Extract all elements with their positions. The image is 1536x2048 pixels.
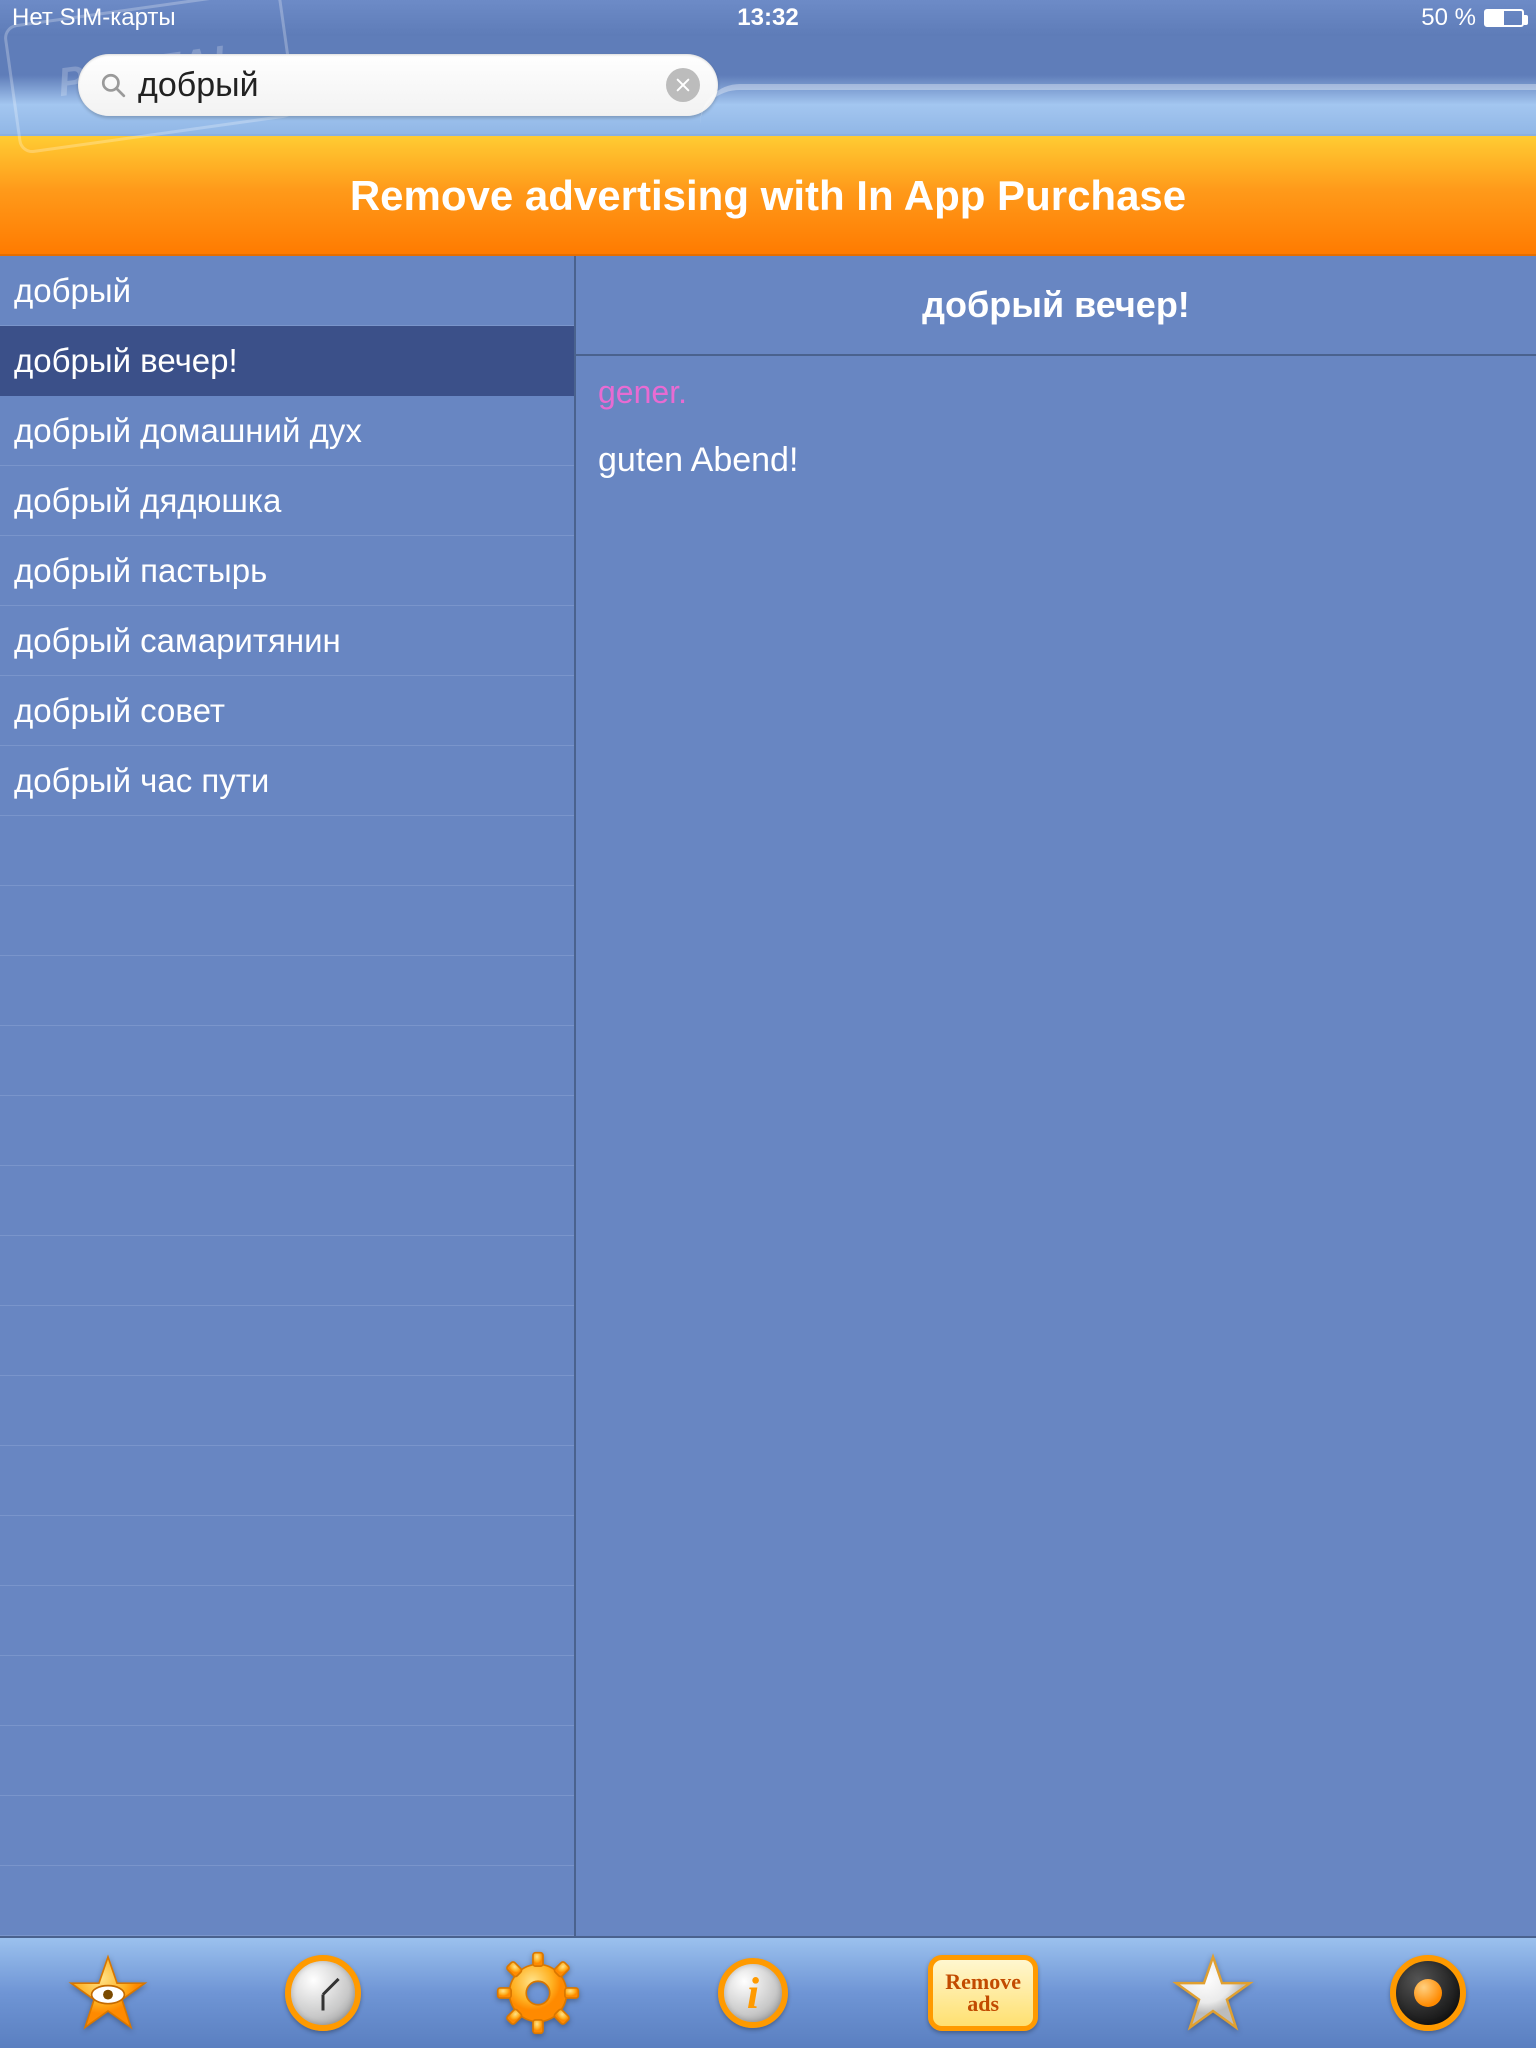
list-item[interactable]: добрый пастырь	[0, 536, 574, 606]
tab-settings[interactable]	[493, 1948, 583, 2038]
clock-icon	[285, 1955, 361, 2031]
list-empty-row	[0, 1516, 574, 1586]
list-empty-row	[0, 1586, 574, 1656]
tab-favorites-eye[interactable]	[63, 1948, 153, 2038]
list-item[interactable]: добрый дядюшка	[0, 466, 574, 536]
list-empty-row	[0, 1236, 574, 1306]
list-item[interactable]: добрый самаритянин	[0, 606, 574, 676]
detail-category: gener.	[598, 374, 1514, 411]
tab-info[interactable]: i	[708, 1948, 798, 2038]
list-item[interactable]: добрый совет	[0, 676, 574, 746]
star-icon	[1172, 1952, 1254, 2034]
list-empty-row	[0, 1446, 574, 1516]
list-item[interactable]: добрый домашний дух	[0, 396, 574, 466]
info-icon: i	[718, 1958, 788, 2028]
gear-icon	[496, 1951, 580, 2035]
detail-body: gener. guten Abend!	[576, 356, 1536, 498]
detail-panel: добрый вечер! gener. guten Abend!	[576, 256, 1536, 1936]
detail-title: добрый вечер!	[576, 256, 1536, 356]
results-list[interactable]: добрыйдобрый вечер!добрый домашний духдо…	[0, 256, 576, 1936]
battery-icon	[1484, 9, 1524, 27]
list-empty-row	[0, 1096, 574, 1166]
list-item[interactable]: добрый час пути	[0, 746, 574, 816]
clear-search-button[interactable]	[666, 68, 700, 102]
search-bar-area	[0, 36, 1536, 136]
tab-audio[interactable]	[1383, 1948, 1473, 2038]
list-empty-row	[0, 956, 574, 1026]
search-icon	[100, 72, 126, 98]
detail-translation: guten Abend!	[598, 441, 1514, 480]
search-pill[interactable]	[78, 54, 718, 116]
list-empty-row	[0, 1866, 574, 1936]
remove-ads-icon: Remove ads	[928, 1955, 1038, 2031]
star-eye-icon	[67, 1952, 149, 2034]
close-icon	[675, 77, 691, 93]
list-empty-row	[0, 1306, 574, 1376]
status-time: 13:32	[737, 4, 798, 32]
ad-banner-text: Remove advertising with In App Purchase	[350, 172, 1186, 220]
status-battery-percent: 50 %	[1421, 4, 1476, 32]
remove-ads-line2: ads	[967, 1993, 999, 2015]
remove-ads-line1: Remove	[945, 1971, 1021, 1993]
status-carrier: Нет SIM-карты	[12, 4, 176, 32]
list-item[interactable]: добрый	[0, 256, 574, 326]
list-empty-row	[0, 1026, 574, 1096]
list-empty-row	[0, 816, 574, 886]
speaker-icon	[1390, 1955, 1466, 2031]
tab-remove-ads[interactable]: Remove ads	[923, 1948, 1043, 2038]
tab-history[interactable]	[278, 1948, 368, 2038]
list-item[interactable]: добрый вечер!	[0, 326, 574, 396]
tab-bar: i Remove ads	[0, 1936, 1536, 2048]
status-bar: Нет SIM-карты 13:32 50 %	[0, 0, 1536, 36]
ad-banner[interactable]: Remove advertising with In App Purchase	[0, 136, 1536, 256]
list-empty-row	[0, 1656, 574, 1726]
list-empty-row	[0, 886, 574, 956]
list-empty-row	[0, 1376, 574, 1446]
list-empty-row	[0, 1166, 574, 1236]
decorative-swoosh	[700, 84, 1536, 124]
list-empty-row	[0, 1726, 574, 1796]
tab-star[interactable]	[1168, 1948, 1258, 2038]
main-content: добрыйдобрый вечер!добрый домашний духдо…	[0, 256, 1536, 1936]
status-right: 50 %	[1421, 4, 1524, 32]
search-input[interactable]	[138, 66, 666, 105]
list-empty-row	[0, 1796, 574, 1866]
